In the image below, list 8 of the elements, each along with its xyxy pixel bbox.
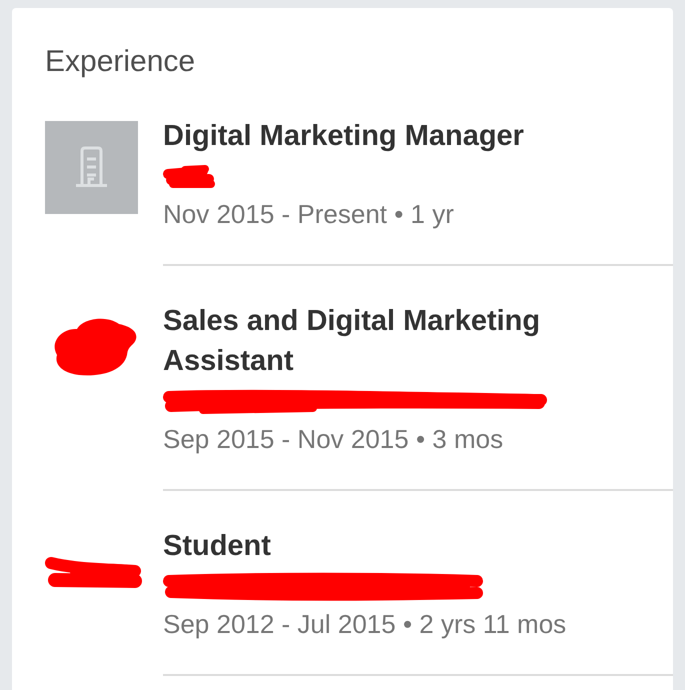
date-range: Nov 2015 - Present • 1 yr <box>163 198 455 230</box>
building-icon <box>45 121 138 214</box>
section-title: Experience <box>45 44 196 80</box>
job-title: Digital Marketing Manager <box>163 119 525 154</box>
date-range: Sep 2015 - Nov 2015 • 3 mos <box>163 423 504 455</box>
date-range: Sep 2012 - Jul 2015 • 2 yrs 11 mos <box>163 608 568 640</box>
job-title: Sales and Digital Marketing Assistant <box>163 304 542 379</box>
job-title: Student <box>163 529 272 564</box>
